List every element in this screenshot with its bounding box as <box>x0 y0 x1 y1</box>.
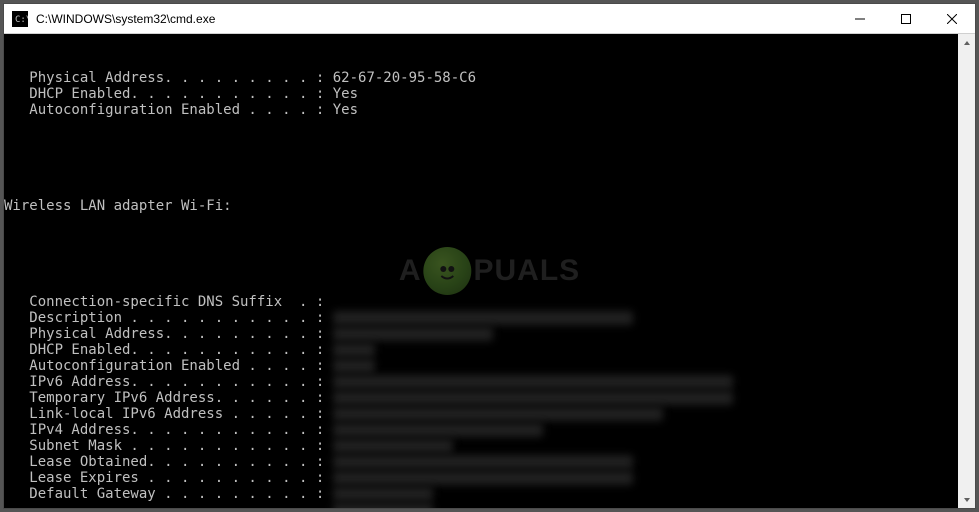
redacted-value <box>333 327 493 341</box>
cmd-icon: C:\ <box>12 11 28 27</box>
redacted-value <box>333 423 543 437</box>
titlebar[interactable]: C:\ C:\WINDOWS\system32\cmd.exe <box>4 4 975 34</box>
field-label: Lease Obtained. . . . . . . . . . : <box>4 454 333 470</box>
output-line: DHCP Enabled. . . . . . . . . . . : Yes <box>4 86 958 102</box>
output-line: Lease Obtained. . . . . . . . . . : <box>4 454 958 470</box>
output-line: Subnet Mask . . . . . . . . . . . : <box>4 438 958 454</box>
field-value: Yes <box>333 86 358 102</box>
field-value: 62-67-20-95-58-C6 <box>333 70 476 86</box>
field-label: Temporary IPv6 Address. . . . . . : <box>4 390 333 406</box>
console-output[interactable]: Physical Address. . . . . . . . . : 62-6… <box>4 34 958 508</box>
field-label: DHCP Enabled. . . . . . . . . . . : <box>4 86 333 102</box>
redacted-value <box>333 471 633 485</box>
field-label <box>4 502 333 508</box>
section-header: Wireless LAN adapter Wi-Fi: <box>4 198 232 214</box>
field-label: Physical Address. . . . . . . . . : <box>4 326 333 342</box>
redacted-value <box>333 359 375 373</box>
field-label: Subnet Mask . . . . . . . . . . . : <box>4 438 333 454</box>
output-line: IPv6 Address. . . . . . . . . . . : <box>4 374 958 390</box>
output-line: Temporary IPv6 Address. . . . . . : <box>4 390 958 406</box>
redacted-value <box>333 503 433 508</box>
redacted-value <box>333 407 663 421</box>
scroll-down-button[interactable] <box>958 491 975 508</box>
minimize-button[interactable] <box>837 4 883 33</box>
field-label: Physical Address. . . . . . . . . : <box>4 70 333 86</box>
redacted-value <box>333 487 433 501</box>
field-label: DHCP Enabled. . . . . . . . . . . : <box>4 342 333 358</box>
scroll-track[interactable] <box>958 51 975 491</box>
vertical-scrollbar[interactable] <box>958 34 975 508</box>
field-label: Connection-specific DNS Suffix . : <box>4 294 333 310</box>
output-line: Lease Expires . . . . . . . . . . : <box>4 470 958 486</box>
output-line <box>4 502 958 508</box>
output-line: Autoconfiguration Enabled . . . . : Yes <box>4 102 958 118</box>
field-label: IPv4 Address. . . . . . . . . . . : <box>4 422 333 438</box>
field-label: Link-local IPv6 Address . . . . . : <box>4 406 333 422</box>
cmd-window: C:\ C:\WINDOWS\system32\cmd.exe Physical… <box>3 3 976 509</box>
maximize-button[interactable] <box>883 4 929 33</box>
field-label: Autoconfiguration Enabled . . . . : <box>4 102 333 118</box>
scroll-up-button[interactable] <box>958 34 975 51</box>
field-value: Yes <box>333 102 358 118</box>
redacted-value <box>333 343 375 357</box>
field-label: Lease Expires . . . . . . . . . . : <box>4 470 333 486</box>
redacted-value <box>333 391 733 405</box>
svg-text:C:\: C:\ <box>15 15 28 25</box>
redacted-value <box>333 439 453 453</box>
field-label: Description . . . . . . . . . . . : <box>4 310 333 326</box>
window-controls <box>837 4 975 33</box>
field-label: Default Gateway . . . . . . . . . : <box>4 486 333 502</box>
output-line: Description . . . . . . . . . . . : <box>4 310 958 326</box>
output-line: IPv4 Address. . . . . . . . . . . : <box>4 422 958 438</box>
redacted-value <box>333 311 633 325</box>
field-label: IPv6 Address. . . . . . . . . . . : <box>4 374 333 390</box>
output-line: Link-local IPv6 Address . . . . . : <box>4 406 958 422</box>
close-button[interactable] <box>929 4 975 33</box>
output-line: Physical Address. . . . . . . . . : <box>4 326 958 342</box>
window-title: C:\WINDOWS\system32\cmd.exe <box>36 4 837 34</box>
redacted-value <box>333 375 733 389</box>
redacted-value <box>333 455 633 469</box>
console-client-area: Physical Address. . . . . . . . . : 62-6… <box>4 34 975 508</box>
field-label: Autoconfiguration Enabled . . . . : <box>4 358 333 374</box>
output-line: Autoconfiguration Enabled . . . . : <box>4 358 958 374</box>
output-line: Connection-specific DNS Suffix . : <box>4 294 958 310</box>
output-line: DHCP Enabled. . . . . . . . . . . : <box>4 342 958 358</box>
output-line: Physical Address. . . . . . . . . : 62-6… <box>4 70 958 86</box>
output-line: Default Gateway . . . . . . . . . : <box>4 486 958 502</box>
